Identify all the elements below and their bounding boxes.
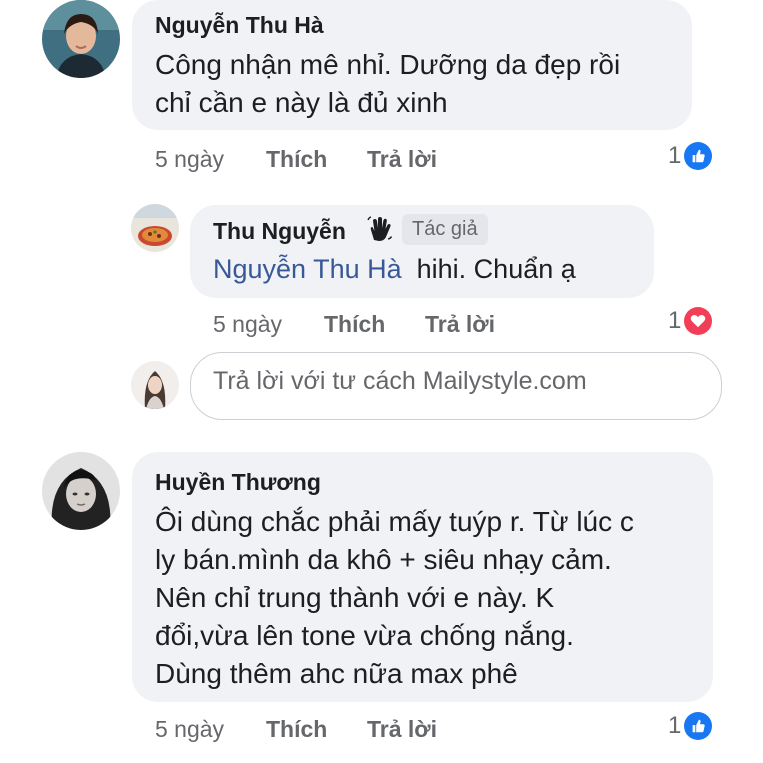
- reaction-summary[interactable]: 1: [668, 307, 713, 335]
- comment-text-line: đổi,vừa lên tone vừa chống nắng.: [155, 620, 574, 651]
- reply-button[interactable]: Trả lời: [425, 311, 495, 338]
- love-icon: [684, 307, 713, 335]
- reply-timestamp[interactable]: 5 ngày: [213, 311, 282, 338]
- avatar[interactable]: [42, 0, 120, 78]
- like-button[interactable]: Thích: [324, 311, 385, 338]
- comment-author[interactable]: Nguyễn Thu Hà: [155, 12, 324, 39]
- like-icon: [684, 142, 713, 170]
- reply-text: Nguyễn Thu Hà hihi. Chuẩn ạ: [213, 250, 576, 288]
- like-button[interactable]: Thích: [266, 146, 327, 173]
- avatar: [131, 361, 179, 409]
- reply-input[interactable]: [213, 367, 683, 396]
- wave-hand-icon: [367, 216, 393, 242]
- like-button[interactable]: Thích: [266, 716, 327, 743]
- comment-text-line: Công nhận mê nhỉ. Dưỡng da đẹp rồi: [155, 49, 621, 80]
- comment-timestamp[interactable]: 5 ngày: [155, 146, 224, 173]
- avatar[interactable]: [42, 452, 120, 530]
- comment-text-line: ly bán.mình da khô + siêu nhạy cảm.: [155, 544, 612, 575]
- reaction-summary[interactable]: 1: [668, 142, 713, 170]
- like-icon: [684, 712, 713, 740]
- reaction-count: 1: [668, 142, 682, 169]
- reaction-count: 1: [668, 307, 682, 334]
- comment-text-line: Nên chỉ trung thành với e này. K: [155, 582, 555, 613]
- comment-text-line: Dùng thêm ahc nữa max phê: [155, 658, 518, 689]
- comment-author[interactable]: Huyền Thương: [155, 469, 321, 496]
- reply-text-body: hihi. Chuẩn ạ: [416, 254, 576, 284]
- reaction-summary[interactable]: 1: [668, 712, 713, 740]
- reply-button[interactable]: Trả lời: [367, 716, 437, 743]
- author-badge: Tác giả: [402, 214, 488, 245]
- comment-timestamp[interactable]: 5 ngày: [155, 716, 224, 743]
- avatar[interactable]: [131, 204, 179, 252]
- comment-text-line: Ôi dùng chắc phải mấy tuýp r. Từ lúc c: [155, 506, 634, 537]
- reply-author[interactable]: Thu Nguyễn: [213, 218, 346, 245]
- reaction-count: 1: [668, 712, 682, 739]
- mention-link[interactable]: Nguyễn Thu Hà: [213, 254, 402, 284]
- comment-text-line: chỉ cần e này là đủ xinh: [155, 87, 448, 118]
- reply-button[interactable]: Trả lời: [367, 146, 437, 173]
- reply-composer[interactable]: [190, 352, 722, 420]
